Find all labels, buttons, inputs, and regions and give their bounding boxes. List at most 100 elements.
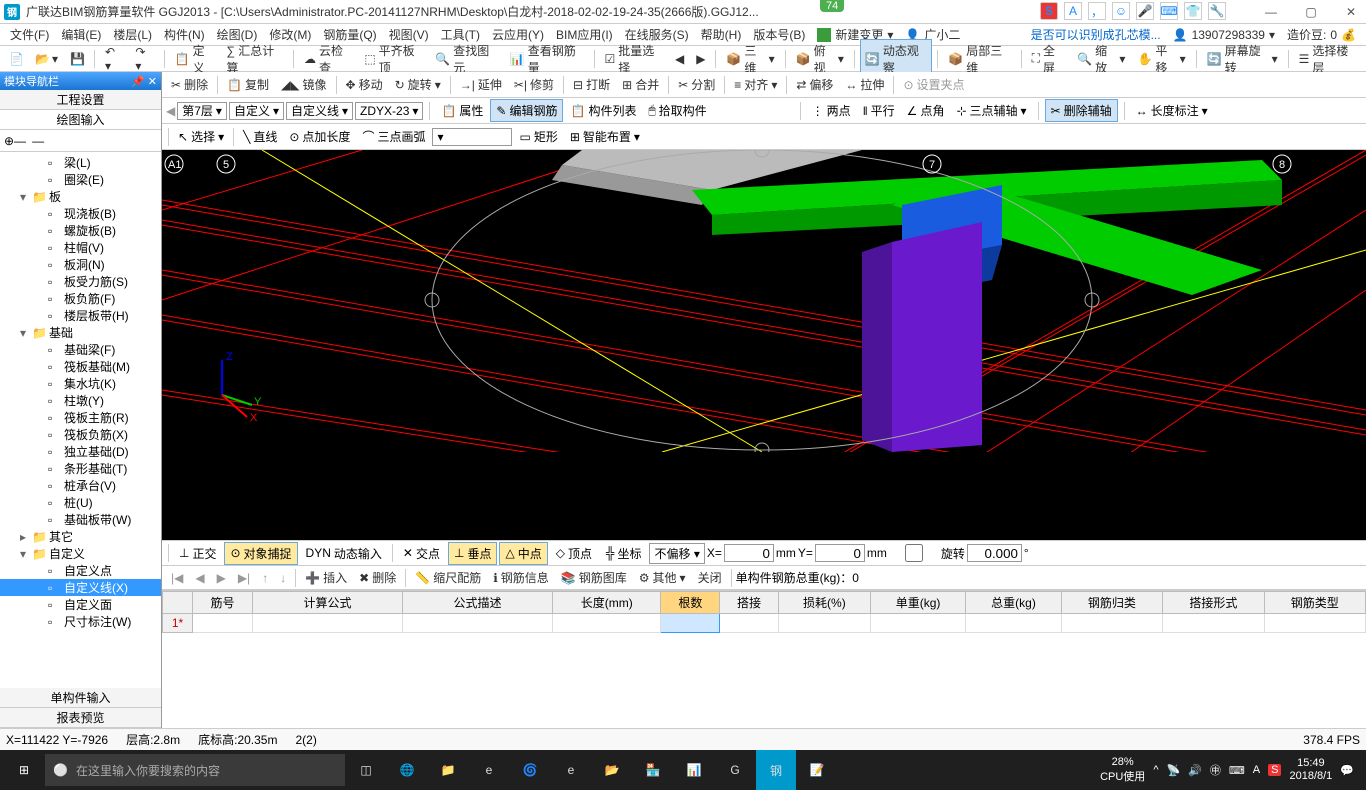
grid-header[interactable]: 长度(mm) xyxy=(553,592,661,614)
redo-button[interactable]: ↷ ▾ xyxy=(130,42,158,76)
three-pt-axis-button[interactable]: ⊹ 三点辅轴 ▾ xyxy=(951,100,1031,121)
offset-button[interactable]: ⇄ 偏移 xyxy=(791,74,838,95)
menu-floor[interactable]: 楼层(L) xyxy=(107,26,158,43)
tree-node[interactable]: ▫圈梁(E) xyxy=(0,171,161,188)
rebar-lib-button[interactable]: 📚 钢筋图库 xyxy=(556,567,632,588)
tree-node[interactable]: ▫筏板基础(M) xyxy=(0,358,161,375)
component-tree[interactable]: ▫梁(L)▫圈梁(E)▾📁板▫现浇板(B)▫螺旋板(B)▫柱帽(V)▫板洞(N)… xyxy=(0,152,161,688)
grid-header[interactable]: 计算公式 xyxy=(253,592,403,614)
app-11-icon[interactable]: 📝 xyxy=(797,750,837,790)
sogou-tray-icon[interactable]: S xyxy=(1268,764,1281,776)
app-7-icon[interactable]: 🏪 xyxy=(633,750,673,790)
ime-mode-icon[interactable]: A xyxy=(1064,2,1082,20)
app-3-icon[interactable]: e xyxy=(469,750,509,790)
tree-node[interactable]: ▫自定义面 xyxy=(0,596,161,613)
panel-close-icon[interactable]: ✕ xyxy=(148,76,157,88)
tree-node[interactable]: ▫板受力筋(S) xyxy=(0,273,161,290)
subtype-dropdown[interactable]: 自定义线 ▾ xyxy=(286,102,353,120)
nav-prev-icon[interactable]: ◀ xyxy=(166,104,175,118)
grid-header[interactable]: 搭接形式 xyxy=(1163,592,1264,614)
app-8-icon[interactable]: 📊 xyxy=(674,750,714,790)
pt-len-button[interactable]: ⊙ 点加长度 xyxy=(284,126,355,147)
line-button[interactable]: ╲ 直线 xyxy=(238,126,282,147)
tree-node[interactable]: ▫条形基础(T) xyxy=(0,460,161,477)
app-4-icon[interactable]: 🌀 xyxy=(510,750,550,790)
move-down[interactable]: ↓ xyxy=(275,569,291,587)
tray-up-icon[interactable]: ^ xyxy=(1153,764,1158,776)
tree-node[interactable]: ▸📁其它 xyxy=(0,528,161,545)
copy-button[interactable]: 📋 复制 xyxy=(222,74,274,95)
x-input[interactable] xyxy=(724,544,774,562)
tab-single-member[interactable]: 单构件输入 xyxy=(0,688,161,708)
menu-file[interactable]: 文件(F) xyxy=(4,26,55,43)
first-record[interactable]: |◀ xyxy=(166,569,188,587)
table-row[interactable]: 1* xyxy=(163,614,1366,633)
arc-options-dropdown[interactable]: ▾ xyxy=(432,128,512,146)
tree-node[interactable]: ▫桩(U) xyxy=(0,494,161,511)
perp-snap[interactable]: ⊥ 垂点 xyxy=(448,542,497,565)
ime-tool-icon[interactable]: 🔧 xyxy=(1208,2,1226,20)
tree-node[interactable]: ▫柱帽(V) xyxy=(0,239,161,256)
insert-button[interactable]: ➕ 插入 xyxy=(300,567,352,588)
tree-node[interactable]: ▾📁基础 xyxy=(0,324,161,341)
tree-node[interactable]: ▫板负筋(F) xyxy=(0,290,161,307)
grid-header[interactable]: 筋号 xyxy=(193,592,253,614)
smart-button[interactable]: ⊞ 智能布置 ▾ xyxy=(565,126,645,147)
keyboard-tray-icon[interactable]: ⌨ xyxy=(1229,764,1245,777)
tab-project-settings[interactable]: 工程设置 xyxy=(0,90,161,110)
rotate-checkbox[interactable] xyxy=(889,544,939,562)
grid-header[interactable]: 损耗(%) xyxy=(778,592,870,614)
prev-record[interactable]: ◀ xyxy=(190,569,209,587)
break-button[interactable]: ⊟ 打断 xyxy=(568,74,615,95)
action-center-icon[interactable]: 💬 xyxy=(1340,764,1354,777)
arc3-button[interactable]: ⌒ 三点画弧 xyxy=(357,126,430,147)
clock[interactable]: 15:49 2018/8/1 xyxy=(1289,757,1332,783)
maximize-button[interactable]: ▢ xyxy=(1300,3,1322,21)
app-1-icon[interactable]: 🌐 xyxy=(387,750,427,790)
grid-header[interactable]: 搭接 xyxy=(720,592,779,614)
rebar-info-button[interactable]: ℹ 钢筋信息 xyxy=(488,567,554,588)
select-button[interactable]: ↖ 选择 ▾ xyxy=(173,126,229,147)
tree-node[interactable]: ▫楼层板带(H) xyxy=(0,307,161,324)
ime-tray-icon[interactable]: ㊥ xyxy=(1210,762,1221,778)
close-rebar-button[interactable]: 关闭 xyxy=(693,567,727,588)
point-angle-button[interactable]: ∠ 点角 xyxy=(902,100,950,121)
ime-keyboard-icon[interactable]: ⌨ xyxy=(1160,2,1178,20)
ime-voice-icon[interactable]: 🎤 xyxy=(1136,2,1154,20)
ortho-toggle[interactable]: ⊥ 正交 xyxy=(173,542,222,565)
tree-node[interactable]: ▫自定义点 xyxy=(0,562,161,579)
system-tray[interactable]: 28% CPU使用 ^ 📡 🔊 ㊥ ⌨ A S 15:49 2018/8/1 💬 xyxy=(1092,756,1362,784)
app-10-icon[interactable]: 钢 xyxy=(756,750,796,790)
delete-rebar-button[interactable]: ✖ 删除 xyxy=(354,567,401,588)
prev-btn[interactable]: ◀ xyxy=(670,49,689,69)
rotate-button[interactable]: ↻ 旋转 ▾ xyxy=(390,74,446,95)
two-point-button[interactable]: ⋮ 两点 xyxy=(807,100,856,121)
grid-header[interactable]: 总重(kg) xyxy=(966,592,1061,614)
grid-header[interactable] xyxy=(163,592,193,614)
tree-node[interactable]: ▫螺旋板(B) xyxy=(0,222,161,239)
category-dropdown[interactable]: 自定义 ▾ xyxy=(229,102,284,120)
split-button[interactable]: ✂ 分割 xyxy=(673,74,720,95)
grid-header[interactable]: 钢筋归类 xyxy=(1061,592,1162,614)
tree-node[interactable]: ▫筏板主筋(R) xyxy=(0,409,161,426)
stretch-button[interactable]: ↔ 拉伸 xyxy=(840,74,889,95)
grid-header[interactable]: 钢筋类型 xyxy=(1264,592,1365,614)
open-button[interactable]: 📂▾ xyxy=(30,49,63,69)
vertex-snap[interactable]: ◇ 顶点 xyxy=(550,542,598,565)
cross-snap[interactable]: ✕ 交点 xyxy=(397,542,446,565)
last-record[interactable]: ▶| xyxy=(233,569,255,587)
ime-punct-icon[interactable]: ， xyxy=(1088,2,1106,20)
grid-header[interactable]: 公式描述 xyxy=(403,592,553,614)
tree-node[interactable]: ▫集水坑(K) xyxy=(0,375,161,392)
start-button[interactable]: ⊞ xyxy=(4,750,44,790)
tree-node[interactable]: ▫板洞(N) xyxy=(0,256,161,273)
tree-node[interactable]: ▫独立基础(D) xyxy=(0,443,161,460)
y-input[interactable] xyxy=(815,544,865,562)
tree-node[interactable]: ▫梁(L) xyxy=(0,154,161,171)
coord-snap[interactable]: ╬ 坐标 xyxy=(600,542,648,565)
collapse-icon[interactable]: — xyxy=(32,134,44,148)
tree-node[interactable]: ▾📁板 xyxy=(0,188,161,205)
tree-node[interactable]: ▫桩承台(V) xyxy=(0,477,161,494)
app-6-icon[interactable]: 📂 xyxy=(592,750,632,790)
tree-node[interactable]: ▫现浇板(B) xyxy=(0,205,161,222)
